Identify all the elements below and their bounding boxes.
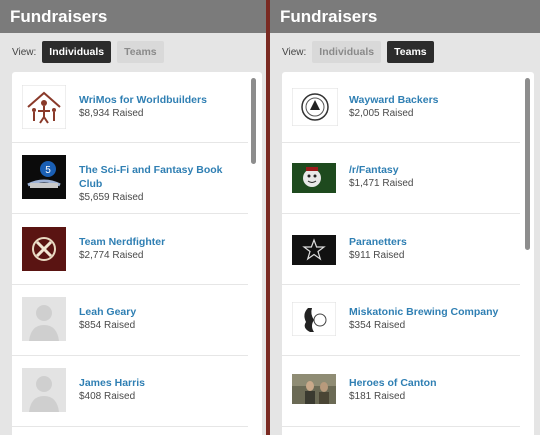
scrollbar-thumb[interactable] [525, 78, 530, 250]
list-item[interactable]: Miskatonic Brewing Company $354 Raised [282, 285, 520, 356]
amount-raised: $5,659 Raised [79, 192, 144, 203]
fundraiser-list[interactable]: WriMos for Worldbuilders $8,934 Raised 5… [12, 72, 262, 435]
tab-teams[interactable]: Teams [117, 41, 164, 63]
list-item[interactable]: Paranetters $911 Raised [282, 214, 520, 285]
view-label: View: [12, 46, 37, 58]
fundraiser-name[interactable]: Leah Geary [79, 305, 244, 319]
list-item[interactable]: James Harris $408 Raised [12, 356, 248, 427]
fundraiser-name[interactable]: /r/Fantasy [349, 163, 516, 177]
individuals-panel: Fundraisers View: Individuals Teams WriM… [0, 0, 266, 435]
fundraiser-name[interactable]: Heroes of Canton [349, 376, 516, 390]
default-avatar-icon [22, 297, 66, 341]
scrollbar-thumb[interactable] [251, 78, 256, 164]
fundraiser-name[interactable]: Paranetters [349, 235, 516, 249]
tab-individuals[interactable]: Individuals [312, 41, 382, 63]
amount-raised: $8,934 Raised [79, 108, 144, 119]
amount-raised: $354 Raised [349, 320, 406, 331]
fundraiser-name[interactable]: Miskatonic Brewing Company [349, 305, 516, 319]
panel-title: Fundraisers [0, 0, 266, 33]
amount-raised: $181 Raised [349, 391, 406, 402]
view-label: View: [282, 46, 307, 58]
book-club-logo-icon: 5 [22, 155, 66, 199]
amount-raised: $1,471 Raised [349, 178, 414, 189]
amount-raised: $854 Raised [79, 320, 136, 331]
list-item[interactable]: Team Nerdfighter $2,774 Raised [12, 214, 248, 285]
r-fantasy-logo-icon [292, 163, 336, 193]
panel-title: Fundraisers [270, 0, 540, 33]
seal-logo-icon [292, 88, 338, 126]
fundraiser-list[interactable]: Wayward Backers $2,005 Raised /r/Fantasy… [282, 72, 534, 435]
default-avatar-icon [22, 368, 66, 412]
list-item[interactable]: /r/Fantasy $1,471 Raised [282, 143, 520, 214]
amount-raised: $911 Raised [349, 250, 405, 261]
amount-raised: $408 Raised [79, 391, 136, 402]
family-logo-icon [22, 85, 66, 129]
list-item[interactable]: Leah Geary $854 Raised [12, 285, 248, 356]
tab-teams[interactable]: Teams [387, 41, 434, 63]
amount-raised: $2,005 Raised [349, 108, 414, 119]
list-item[interactable]: WriMos for Worldbuilders $8,934 Raised [12, 72, 248, 143]
nerdfighter-logo-icon [22, 227, 66, 271]
fundraiser-name[interactable]: WriMos for Worldbuilders [79, 93, 244, 107]
fundraiser-name[interactable]: Wayward Backers [349, 93, 516, 107]
amount-raised: $2,774 Raised [79, 250, 144, 261]
fundraiser-name[interactable]: Team Nerdfighter [79, 235, 244, 249]
photo-thumbnail-icon [292, 374, 336, 404]
view-switcher: View: Individuals Teams [270, 33, 540, 71]
brewing-logo-icon [292, 302, 336, 336]
view-switcher: View: Individuals Teams [0, 33, 266, 71]
star-logo-icon [292, 235, 336, 265]
list-item[interactable]: Wayward Backers $2,005 Raised [282, 72, 520, 143]
fundraiser-name[interactable]: The Sci-Fi and Fantasy Book Club [79, 163, 244, 191]
svg-text:5: 5 [45, 165, 51, 176]
list-item[interactable]: 5 The Sci-Fi and Fantasy Book Club $5,65… [12, 143, 248, 214]
fundraiser-name[interactable]: James Harris [79, 376, 244, 390]
tab-individuals[interactable]: Individuals [42, 41, 112, 63]
teams-panel: Fundraisers View: Individuals Teams Wayw… [270, 0, 540, 435]
list-item[interactable]: Heroes of Canton $181 Raised [282, 356, 520, 427]
